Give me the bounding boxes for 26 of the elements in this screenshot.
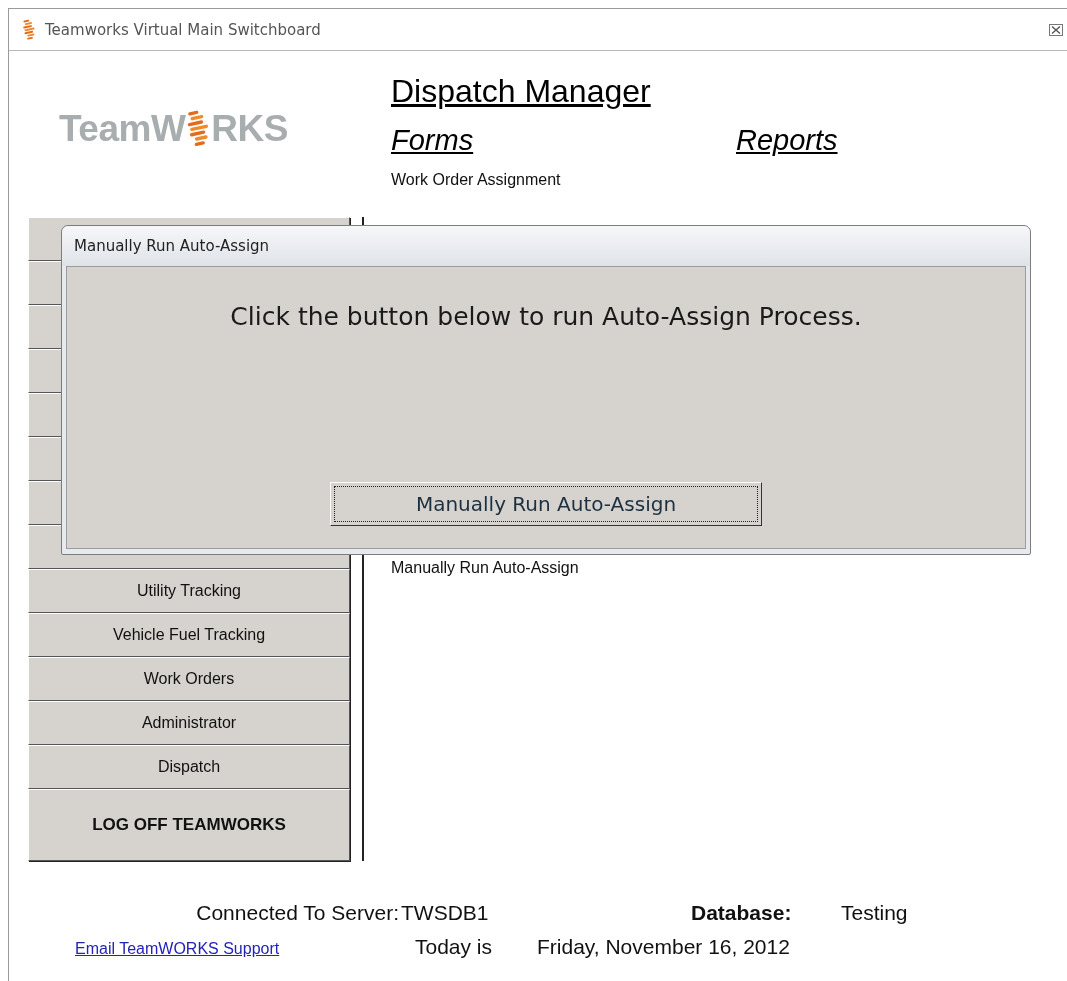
dialog-message: Click the button below to run Auto-Assign Process.	[229, 301, 863, 333]
menu-button[interactable]: Administrator	[28, 701, 350, 745]
section-heading: Reports	[736, 124, 838, 157]
page-heading: Dispatch Manager	[391, 73, 651, 110]
server-label: Connected To Server:	[195, 901, 399, 925]
section-heading: Forms	[391, 124, 475, 157]
logo-text: TeamW	[59, 108, 186, 150]
log-off-button[interactable]: LOG OFF TEAMWORKS	[28, 789, 350, 861]
today-label: Today is	[415, 935, 494, 959]
menu-button[interactable]: Work Orders	[28, 657, 350, 701]
dialog-title: Manually Run Auto-Assign	[74, 237, 270, 255]
app-icon	[21, 18, 37, 41]
date-value: Friday, November 16, 2012	[537, 935, 790, 959]
menu-button[interactable]: Dispatch	[28, 745, 350, 789]
logo-suffix-text: RKS	[211, 108, 288, 150]
close-icon[interactable]	[1049, 23, 1063, 36]
run-button[interactable]: Manually Run Auto-Assign	[330, 482, 762, 526]
process-link[interactable]: Manually Run Auto-Assign	[391, 559, 838, 577]
database-value: Testing	[841, 901, 908, 925]
menu-button[interactable]: Utility Tracking	[28, 569, 350, 613]
database-label: Database:	[691, 901, 793, 925]
form-link[interactable]: Work Order Assignment	[391, 171, 838, 189]
menu-button[interactable]: Vehicle Fuel Tracking	[28, 613, 350, 657]
server-value: TWSDB1	[400, 901, 490, 925]
email-support-link[interactable]: Email TeamWORKS Support	[75, 940, 415, 958]
window-title: Teamworks Virtual Main Switchboard	[45, 20, 321, 39]
